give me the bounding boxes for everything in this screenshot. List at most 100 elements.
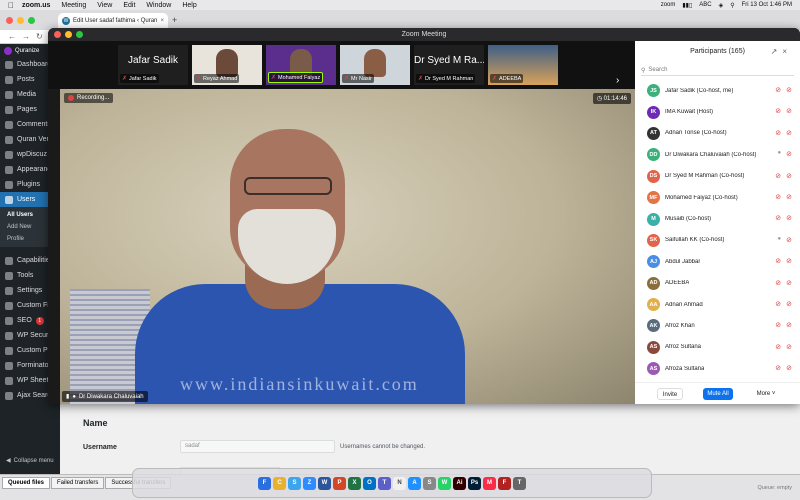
search-input[interactable]: Search <box>648 67 667 73</box>
participant-row[interactable]: AT Adnan Tonse (Co-host) ⊘ ⊘ <box>635 123 800 144</box>
notes-icon[interactable]: N <box>393 476 406 490</box>
word-icon[interactable]: W <box>318 476 331 490</box>
video-off-icon[interactable]: ⊘ <box>786 279 792 287</box>
video-off-icon[interactable]: ⊘ <box>786 343 792 351</box>
zoom-window-button[interactable] <box>28 17 35 24</box>
illustrator-icon[interactable]: Ai <box>453 476 466 490</box>
chevron-right-icon[interactable]: › <box>616 75 619 86</box>
photoshop-icon[interactable]: Ps <box>468 476 481 490</box>
browser-tab[interactable]: W Edit User sadaf fathima ‹ Quran × <box>58 13 168 29</box>
filezilla-icon[interactable]: F <box>498 476 511 490</box>
more-button[interactable]: More ˅ <box>753 388 779 400</box>
menu-meeting[interactable]: Meeting <box>61 2 86 9</box>
recording-indicator[interactable]: Recording... <box>64 93 114 103</box>
mic-muted-icon[interactable]: ⊘ <box>775 364 781 372</box>
whatsapp-icon[interactable]: W <box>438 476 451 490</box>
trash-icon[interactable]: T <box>513 476 526 490</box>
video-tile[interactable]: Jafar Sadik ✗ Jafar Sadik <box>118 45 188 85</box>
video-off-icon[interactable]: ⊘ <box>786 193 792 201</box>
video-off-icon[interactable]: ⊘ <box>786 257 792 265</box>
excel-icon[interactable]: X <box>348 476 361 490</box>
participant-row[interactable]: MF Mohamed Faiyaz (Co-host) ⊘ ⊘ <box>635 187 800 208</box>
video-tile[interactable]: Dr Syed M Ra... ✗ Dr Syed M Rahman <box>414 45 484 85</box>
mic-muted-icon[interactable]: ⊘ <box>775 107 781 115</box>
keyboard-input[interactable]: ABC <box>699 2 711 8</box>
video-off-icon[interactable]: ⊘ <box>786 86 792 94</box>
wifi-icon[interactable]: ◈ <box>719 2 724 9</box>
close-window-button[interactable] <box>6 17 13 24</box>
participant-row[interactable]: SK Saifullah KK (Co-host) ● ⊘ <box>635 230 800 251</box>
mic-muted-icon[interactable]: ⊘ <box>775 193 781 201</box>
mic-muted-icon[interactable]: ⊘ <box>775 129 781 137</box>
zoom-minimize-button[interactable] <box>65 31 72 38</box>
music-icon[interactable]: M <box>483 476 496 490</box>
zoom-status-icon[interactable]: zoom <box>661 2 676 8</box>
mic-icon[interactable]: ● <box>778 150 782 158</box>
video-off-icon[interactable]: ⊘ <box>786 214 792 222</box>
close-tab-icon[interactable]: × <box>160 18 164 24</box>
new-tab-button[interactable]: + <box>172 15 177 25</box>
video-off-icon[interactable]: ⊘ <box>786 107 792 115</box>
powerpoint-icon[interactable]: P <box>333 476 346 490</box>
clock[interactable]: Fri 13 Oct 1:46 PM <box>742 2 792 8</box>
zoom-fullscreen-button[interactable] <box>76 31 83 38</box>
settings-icon[interactable]: S <box>423 476 436 490</box>
video-off-icon[interactable]: ⊘ <box>786 150 792 158</box>
mic-muted-icon[interactable]: ⊘ <box>775 172 781 180</box>
menu-app[interactable]: zoom.us <box>22 2 50 9</box>
minimize-window-button[interactable] <box>17 17 24 24</box>
mic-muted-icon[interactable]: ⊘ <box>775 86 781 94</box>
video-off-icon[interactable]: ⊘ <box>786 129 792 137</box>
participant-row[interactable]: M Musaib (Co-host) ⊘ ⊘ <box>635 208 800 229</box>
participant-row[interactable]: DS Dr Syed M Rahman (Co-host) ⊘ ⊘ <box>635 166 800 187</box>
battery-icon[interactable]: ▮▮▯ <box>682 2 692 9</box>
video-off-icon[interactable]: ⊘ <box>786 364 792 372</box>
participant-row[interactable]: AS Afroza Sultana ⊘ ⊘ <box>635 358 800 379</box>
participant-row[interactable]: AJ Abdul Jabbar ⊘ ⊘ <box>635 251 800 272</box>
tab-failed-transfers[interactable]: Failed transfers <box>51 477 105 489</box>
video-tile[interactable]: ✗ Reyaz Ahmad <box>192 45 262 85</box>
participant-row[interactable]: JS Jafar Sadik (Co-host, me) ⊘ ⊘ <box>635 80 800 101</box>
appstore-icon[interactable]: A <box>408 476 421 490</box>
chrome-icon[interactable]: C <box>273 476 286 490</box>
video-off-icon[interactable]: ⊘ <box>786 236 792 244</box>
collapse-menu-button[interactable]: ◀ Collapse menu <box>6 457 54 465</box>
active-speaker-video[interactable]: Recording... ◷ 01:14:46 www.indiansinkuw… <box>60 89 635 404</box>
participant-row[interactable]: AS Afroz Sultana ⊘ ⊘ <box>635 337 800 358</box>
menu-window[interactable]: Window <box>146 2 171 9</box>
video-tile[interactable]: ✗ Mohamed Faiyaz <box>266 45 336 85</box>
apple-icon[interactable]:  <box>0 1 22 10</box>
zoom-icon[interactable]: Z <box>303 476 316 490</box>
nav-arrows[interactable]: ←→↻ <box>8 32 49 41</box>
outlook-icon[interactable]: O <box>363 476 376 490</box>
menu-help[interactable]: Help <box>182 2 196 9</box>
teams-icon[interactable]: T <box>378 476 391 490</box>
panel-popout-close[interactable]: ↗× <box>771 41 792 63</box>
mic-muted-icon[interactable]: ⊘ <box>775 214 781 222</box>
zoom-close-button[interactable] <box>54 31 61 38</box>
finder-icon[interactable]: F <box>258 476 271 490</box>
menu-view[interactable]: View <box>97 2 112 9</box>
username-field[interactable]: sadaf <box>180 440 335 453</box>
mic-muted-icon[interactable]: ⊘ <box>775 300 781 308</box>
participant-row[interactable]: AK Afroz Khan ⊘ ⊘ <box>635 315 800 336</box>
mic-muted-icon[interactable]: ⊘ <box>775 257 781 265</box>
participant-search[interactable]: ⚲ Search <box>641 65 794 76</box>
menu-edit[interactable]: Edit <box>123 2 135 9</box>
spotlight-icon[interactable]: ⚲ <box>730 2 734 9</box>
video-off-icon[interactable]: ⊘ <box>786 300 792 308</box>
mic-muted-icon[interactable]: ⊘ <box>775 343 781 351</box>
participant-row[interactable]: DD Dr Diwakara Chaluvaiah (Co-host) ● ⊘ <box>635 144 800 165</box>
mic-muted-icon[interactable]: ⊘ <box>775 321 781 329</box>
mic-muted-icon[interactable]: ⊘ <box>775 279 781 287</box>
video-off-icon[interactable]: ⊘ <box>786 172 792 180</box>
safari-icon[interactable]: S <box>288 476 301 490</box>
video-tile[interactable]: ✗ Mr Nasir <box>340 45 410 85</box>
tab-queued-files[interactable]: Queued files <box>2 477 51 489</box>
participant-row[interactable]: IK IMA Kuwait (Host) ⊘ ⊘ <box>635 101 800 122</box>
mute-all-button[interactable]: Mute All <box>703 388 733 400</box>
participant-row[interactable]: AA Adnan Ahmad ⊘ ⊘ <box>635 294 800 315</box>
video-off-icon[interactable]: ⊘ <box>786 321 792 329</box>
video-tile[interactable]: ✗ ADEEBA <box>488 45 558 85</box>
invite-button[interactable]: Invite <box>657 388 683 400</box>
